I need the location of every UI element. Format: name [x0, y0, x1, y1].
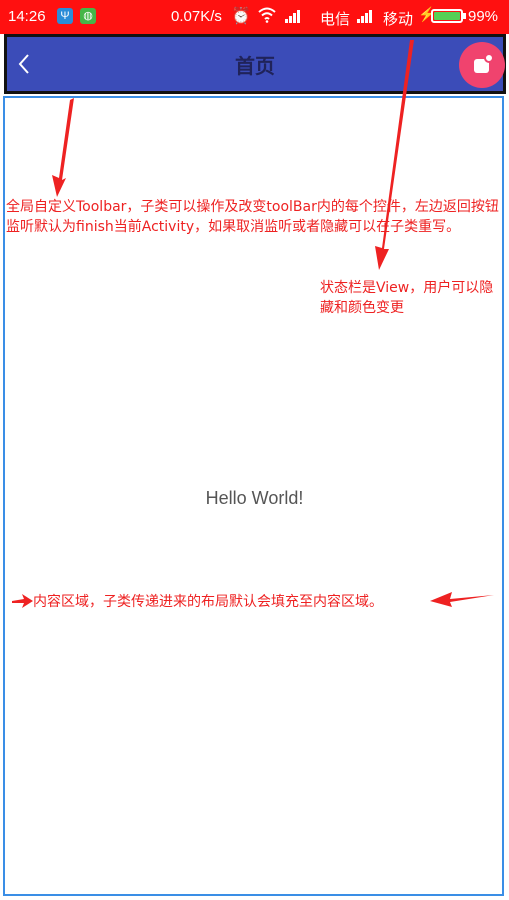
carrier-2: 移动	[383, 11, 414, 28]
status-bar: 14:26 Ψ ◍ 0.07K/s ⏰ 电信 移动 ⚡ 99%	[0, 0, 509, 34]
hello-text: Hello World!	[205, 488, 304, 508]
toolbar-annotation: 全局自定义Toolbar，子类可以操作及改变toolBar内的每个控件，左边返回…	[6, 199, 499, 235]
battery-level	[434, 12, 460, 20]
signal-icon	[357, 10, 372, 23]
battery-percent: 99%	[468, 8, 499, 25]
toolbar: 首页	[4, 34, 506, 94]
network-speed: 0.07K/s	[171, 8, 222, 25]
alarm-icon: ⏰	[231, 8, 251, 25]
android-debug-icon: ◍	[80, 8, 96, 24]
carrier-1: 电信	[320, 11, 351, 28]
battery-tip	[463, 13, 466, 19]
statusbar-annotation: 状态栏是View，用户可以隐藏和颜色变更	[320, 280, 494, 316]
content-annotation: 内容区域，子类传递进来的布局默认会填充至内容区域。	[33, 594, 383, 610]
notification-badge-icon[interactable]	[459, 42, 505, 88]
wifi-icon	[258, 7, 276, 23]
signal-icon	[285, 10, 300, 23]
status-time: 14:26	[8, 8, 46, 25]
usb-icon: Ψ	[57, 8, 73, 24]
battery-icon	[431, 9, 463, 23]
badge-dot	[484, 53, 494, 63]
page-title: 首页	[235, 54, 275, 78]
